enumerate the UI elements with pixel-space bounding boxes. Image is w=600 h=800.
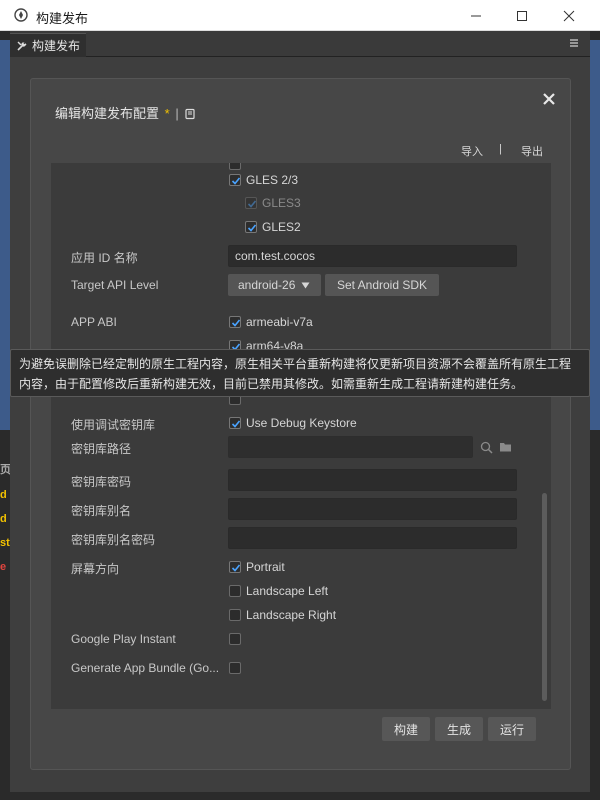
check-icon	[247, 200, 257, 208]
close-icon	[563, 10, 575, 21]
background-scene-left	[0, 40, 10, 430]
check-icon	[231, 420, 241, 428]
background-console-line: d	[0, 513, 7, 525]
gles2-checkbox[interactable]	[245, 221, 257, 233]
make-button[interactable]: 生成	[435, 717, 483, 741]
tab-build-publish[interactable]: 构建发布	[10, 33, 86, 57]
keystore-path-label: 密钥库路径	[71, 442, 132, 456]
abi-armeabi-label: armeabi-v7a	[246, 315, 313, 329]
export-link[interactable]: 导出	[521, 143, 543, 159]
app-bundle-label: Generate App Bundle (Go...	[71, 661, 220, 675]
title-separator: |	[175, 106, 179, 121]
search-icon[interactable]	[480, 441, 493, 454]
checkbox[interactable]	[229, 163, 241, 170]
landscape-left-option[interactable]: Landscape Left	[229, 584, 328, 598]
dialog-title-text: 编辑构建发布配置	[55, 106, 160, 121]
maximize-icon	[517, 10, 527, 21]
form-scrollbar[interactable]	[542, 493, 547, 701]
clipped-checkbox-row	[229, 163, 241, 171]
config-form[interactable]: GLES 2/3 GLES3 GLES2 应用 ID 名称 com.test.c…	[51, 163, 551, 709]
gles2-option[interactable]: GLES2	[245, 220, 301, 234]
keystore-password-input[interactable]	[228, 469, 517, 491]
landscape-right-option[interactable]: Landscape Right	[229, 608, 336, 622]
check-icon	[247, 224, 257, 232]
keystore-path-input	[228, 436, 473, 458]
maximize-button[interactable]	[499, 0, 545, 31]
keystore-alias-input[interactable]	[228, 498, 517, 520]
keystore-alias-label: 密钥库别名	[71, 504, 132, 518]
window-title: 构建发布	[36, 11, 89, 26]
folder-icon[interactable]	[499, 441, 512, 453]
minimize-button[interactable]	[453, 0, 499, 31]
orientation-label: 屏幕方向	[71, 562, 120, 576]
app-bundle-checkbox[interactable]	[229, 662, 241, 674]
app-bundle-option[interactable]	[229, 661, 241, 675]
gles3-option: GLES3	[245, 196, 301, 210]
landscape-left-checkbox[interactable]	[229, 585, 241, 597]
target-api-label: Target API Level	[71, 278, 159, 292]
app-logo-icon	[14, 8, 28, 22]
abi-armeabi-option[interactable]: armeabi-v7a	[229, 315, 313, 329]
gles3-checkbox	[245, 197, 257, 209]
dialog-title: 编辑构建发布配置 * |	[55, 103, 196, 122]
dropdown-arrow-icon	[301, 282, 310, 288]
gles2-label: GLES2	[262, 220, 301, 234]
landscape-right-label: Landscape Right	[246, 608, 337, 622]
portrait-label: Portrait	[246, 560, 285, 574]
google-play-instant-checkbox[interactable]	[229, 633, 241, 645]
os-title-bar: 构建发布	[0, 0, 600, 31]
modified-indicator: *	[164, 106, 170, 121]
check-icon	[231, 564, 241, 572]
google-play-instant-option[interactable]	[229, 632, 241, 646]
keystore-alias-password-input[interactable]	[228, 527, 517, 549]
tab-label: 构建发布	[32, 39, 81, 53]
check-icon	[231, 319, 241, 327]
background-side-fragment: 页	[0, 464, 10, 476]
keystore-alias-password-label: 密钥库别名密码	[71, 533, 156, 547]
background-console-line: e	[0, 561, 7, 573]
background-console-line: st	[0, 537, 10, 549]
app-id-input[interactable]: com.test.cocos	[228, 245, 517, 267]
book-icon[interactable]	[184, 108, 196, 120]
debug-keystore-checkbox[interactable]	[229, 417, 241, 429]
app-abi-label: APP ABI	[71, 315, 117, 329]
panel-tab-bar: 构建发布	[10, 31, 590, 57]
tools-icon	[17, 41, 27, 51]
landscape-right-checkbox[interactable]	[229, 609, 241, 621]
background-scene-right	[590, 40, 600, 430]
gles3-label: GLES3	[262, 196, 301, 210]
debug-keystore-check-label: Use Debug Keystore	[246, 416, 357, 430]
menu-icon[interactable]	[568, 37, 580, 49]
portrait-checkbox[interactable]	[229, 561, 241, 573]
debug-keystore-option[interactable]: Use Debug Keystore	[229, 416, 357, 430]
target-api-value: android-26	[238, 278, 296, 292]
portrait-option[interactable]: Portrait	[229, 560, 285, 574]
google-play-instant-label: Google Play Instant	[71, 632, 176, 646]
keystore-password-label: 密钥库密码	[71, 475, 132, 489]
set-android-sdk-button[interactable]: Set Android SDK	[325, 274, 439, 296]
window-close-button[interactable]	[546, 0, 592, 31]
dialog-close-icon[interactable]	[541, 91, 557, 107]
gles23-checkbox[interactable]	[229, 174, 241, 186]
gles23-option[interactable]: GLES 2/3	[229, 173, 298, 187]
edit-build-config-dialog: 编辑构建发布配置 * | 导入 | 导出 GLES 2/3 GLES3 GLES…	[30, 78, 571, 770]
check-icon	[231, 177, 241, 185]
build-button[interactable]: 构建	[382, 717, 430, 741]
target-api-select[interactable]: android-26	[228, 274, 321, 296]
run-button[interactable]: 运行	[488, 717, 536, 741]
app-id-label: 应用 ID 名称	[71, 251, 138, 265]
import-link[interactable]: 导入	[461, 143, 483, 159]
import-export-separator: |	[499, 143, 502, 155]
landscape-left-label: Landscape Left	[246, 584, 329, 598]
minimize-icon	[471, 15, 481, 16]
tooltip: 为避免误删除已经定制的原生工程内容，原生相关平台重新构建将仅更新项目资源不会覆盖…	[10, 349, 590, 397]
debug-keystore-label: 使用调试密钥库	[71, 418, 156, 432]
background-console-line: d	[0, 489, 7, 501]
gles23-label: GLES 2/3	[246, 173, 299, 187]
abi-armeabi-checkbox[interactable]	[229, 316, 241, 328]
